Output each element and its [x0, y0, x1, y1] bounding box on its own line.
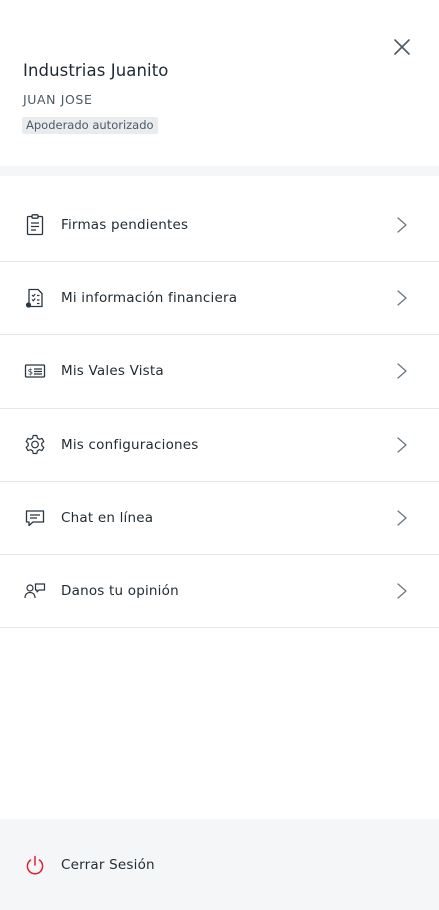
menu-item-label: Mi información financiera [61, 290, 238, 307]
section-divider [0, 166, 439, 176]
menu-item-label: Danos tu opinión [61, 583, 179, 600]
side-menu-screen: Industrias Juanito JUAN JOSE Apoderado a… [0, 0, 439, 910]
close-button[interactable] [389, 34, 415, 60]
logout-label: Cerrar Sesión [61, 857, 155, 873]
chevron-right-icon [397, 363, 407, 380]
svg-text:$: $ [28, 368, 33, 378]
menu-item-firmas-pendientes[interactable]: Firmas pendientes [0, 189, 439, 263]
bill-icon: $ [24, 364, 46, 379]
chevron-right-icon [397, 217, 407, 233]
menu-item-chat[interactable]: Chat en línea [0, 482, 439, 555]
menu-header: Industrias Juanito JUAN JOSE Apoderado a… [0, 0, 439, 166]
financial-document-icon [25, 289, 43, 308]
menu-item-label: Mis configuraciones [61, 436, 199, 453]
chevron-right-icon [397, 510, 407, 526]
menu-item-label: Chat en línea [61, 509, 154, 526]
chat-icon [25, 510, 45, 526]
menu-item-configuraciones[interactable]: Mis configuraciones [0, 409, 439, 482]
menu-item-vales-vista[interactable]: $ Mis Vales Vista [0, 335, 439, 409]
menu-item-label: Firmas pendientes [61, 217, 189, 234]
logout-button[interactable]: Cerrar Sesión [0, 819, 439, 910]
role-badge: Apoderado autorizado [22, 117, 158, 134]
chevron-right-icon [397, 437, 407, 453]
chevron-right-icon [397, 583, 407, 599]
gear-icon [25, 434, 45, 454]
user-name: JUAN JOSE [23, 92, 93, 107]
clipboard-icon [26, 214, 44, 236]
close-icon [394, 39, 410, 55]
menu-list: Firmas pendientes Mi información financi… [0, 189, 439, 629]
menu-item-opinion[interactable]: Danos tu opinión [0, 555, 439, 629]
feedback-icon [24, 583, 46, 599]
menu-footer: Cerrar Sesión [0, 819, 439, 910]
chevron-right-icon [397, 290, 407, 306]
company-name: Industrias Juanito [23, 61, 169, 80]
menu-item-informacion-financiera[interactable]: Mi información financiera [0, 262, 439, 336]
menu-item-label: Mis Vales Vista [61, 363, 164, 380]
power-icon [26, 855, 44, 875]
